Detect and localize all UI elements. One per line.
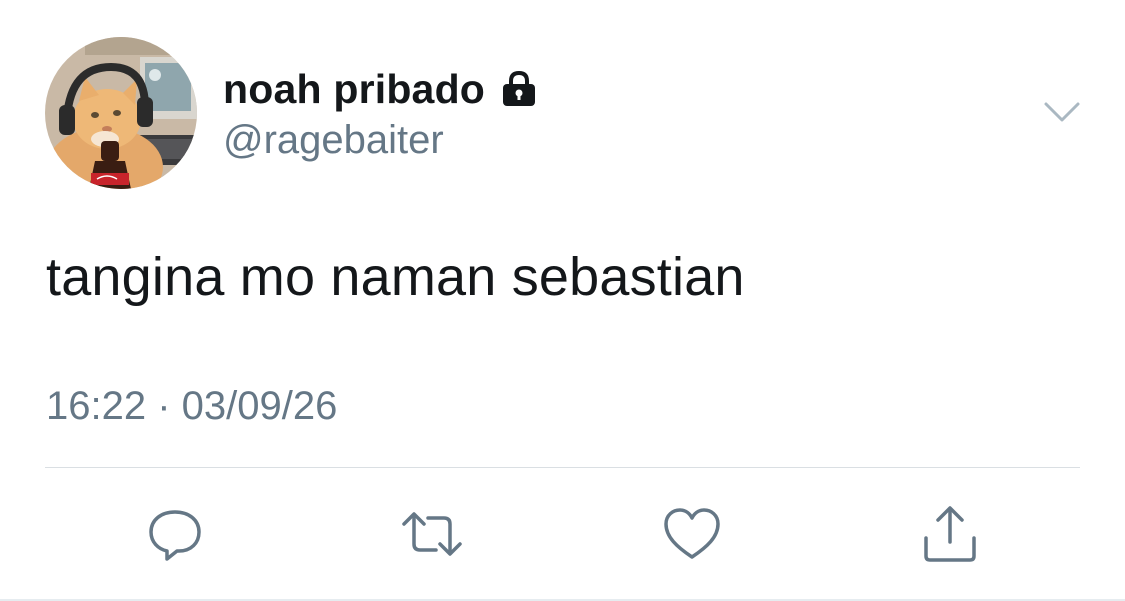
retweet-button[interactable] bbox=[400, 502, 464, 566]
comment-icon bbox=[149, 510, 201, 561]
display-name-row: noah pribado bbox=[223, 64, 539, 114]
display-name[interactable]: noah pribado bbox=[223, 66, 485, 113]
share-icon bbox=[924, 506, 976, 562]
tweet-text: tangina mo naman sebastian bbox=[46, 247, 745, 307]
avatar[interactable] bbox=[45, 37, 197, 189]
reply-button[interactable] bbox=[143, 502, 207, 566]
chevron-down-icon[interactable] bbox=[1040, 92, 1084, 132]
retweet-icon bbox=[402, 512, 462, 556]
divider bbox=[45, 467, 1080, 468]
like-button[interactable] bbox=[660, 502, 724, 566]
lock-icon bbox=[499, 69, 539, 109]
avatar-image bbox=[45, 37, 197, 189]
user-handle[interactable]: @ragebaiter bbox=[223, 118, 444, 163]
heart-icon bbox=[664, 508, 720, 559]
share-button[interactable] bbox=[918, 502, 982, 566]
tweet-timestamp[interactable]: 16:22 · 03/09/26 bbox=[46, 384, 337, 429]
